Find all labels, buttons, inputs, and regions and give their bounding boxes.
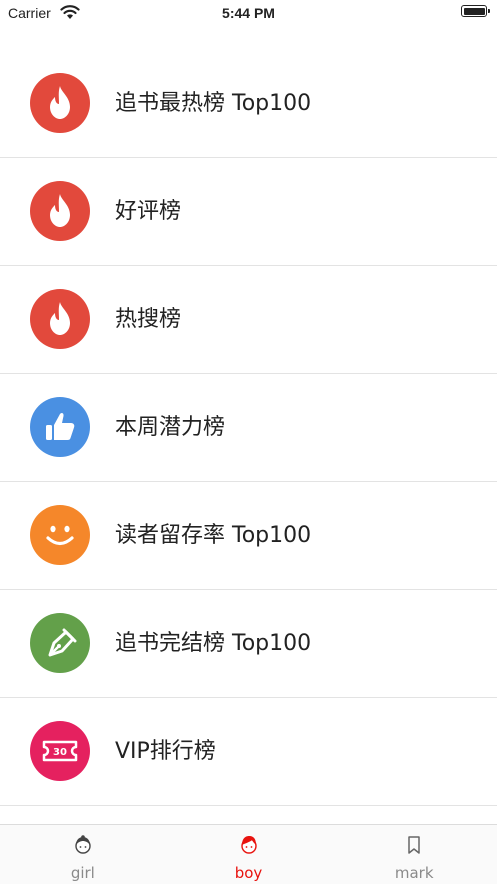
rank-item-label: 追书最热榜 Top100 [115,91,312,116]
tab-label: mark [394,864,434,882]
boy-avatar-icon [238,834,260,856]
fire-icon [30,73,90,133]
rank-item-vip[interactable]: 30 VIP排行榜 [0,698,497,806]
tab-mark[interactable]: mark [331,825,497,884]
rank-item-hottest[interactable]: 追书最热榜 Top100 [0,50,497,158]
rank-item-hot-search[interactable]: 热搜榜 [0,266,497,374]
rank-item-completed[interactable]: 追书完结榜 Top100 [0,590,497,698]
tab-boy[interactable]: boy [166,825,332,884]
smile-icon [30,505,90,565]
tab-label: boy [234,864,263,882]
pen-nib-icon [30,613,90,673]
ticket-icon: 30 [30,721,90,781]
rank-item-weekly-potential[interactable]: 本周潜力榜 [0,374,497,482]
ticket-badge-number: 30 [53,747,67,758]
fire-icon [30,289,90,349]
status-bar: Carrier 5:44 PM [0,0,497,28]
ranking-list: 追书最热榜 Top100 好评榜 热搜榜 本周潜力榜 读者留存率 Top100 … [0,50,497,806]
girl-avatar-icon [72,834,94,856]
tab-bar: girl boy mark [0,824,497,884]
rank-item-label: 读者留存率 Top100 [115,523,312,548]
clock-time: 5:44 PM [222,5,275,21]
rank-item-top-rated[interactable]: 好评榜 [0,158,497,266]
battery-icon [461,5,490,17]
tab-girl[interactable]: girl [0,825,166,884]
tab-label: girl [70,864,95,882]
thumbs-up-icon [30,397,90,457]
rank-item-label: 好评榜 [115,199,182,224]
rank-item-label: 本周潜力榜 [115,415,226,440]
rank-item-label: 热搜榜 [115,307,182,332]
rank-item-label: VIP排行榜 [115,739,216,764]
bookmark-icon [403,834,425,856]
rank-item-retention[interactable]: 读者留存率 Top100 [0,482,497,590]
rank-item-label: 追书完结榜 Top100 [115,631,312,656]
fire-icon [30,181,90,241]
